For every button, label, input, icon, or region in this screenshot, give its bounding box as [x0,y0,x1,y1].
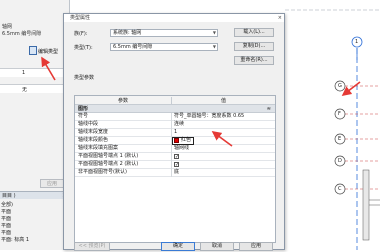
collapse-icon[interactable]: ≈ [267,105,271,113]
type-select[interactable]: 6.5mm 编号间隙 ▼ [110,43,218,51]
red-color-swatch [174,138,179,143]
param-name: 平面视图轴号端点 2 (默认) [78,161,139,167]
column-header-param: 参数 [117,98,128,104]
browser-item[interactable]: 平面 [1,215,11,222]
rename-button[interactable]: 重命名(R)... [234,56,274,65]
family-select[interactable]: 系统族: 轴网 ▼ [110,29,218,37]
table-header: 参数 值 [75,96,275,105]
grid-bubble-label: F [338,111,341,117]
project-browser-title: 目目 ) [2,193,16,199]
chevron-down-icon: ▼ [212,30,216,35]
grid-bubble-label: 1 [355,39,359,45]
grid-bubble-label: E [338,136,342,142]
chevron-down-icon: ▼ [212,44,216,49]
element-family-text: 轴网 [2,24,13,30]
grid-drawing [285,9,380,250]
browser-item[interactable]: 全部) [1,201,13,208]
param-name: 轴线末段颜色 [78,137,109,143]
group-name: 图形 [78,106,89,112]
load-button[interactable]: 载入(L)... [234,28,274,37]
param-name: 符号 [78,113,89,119]
palette-apply-button[interactable]: 应用 [40,179,64,188]
grid-bubble-label: G [338,83,342,89]
param-name: 平面视图轴号端点 1 (默认) [78,153,139,159]
param-value[interactable]: 轴网线 [174,145,189,152]
type-properties-dialog: 类型属性 × 族(F): 系统族: 轴网 ▼ 载入(L)... 类型(T): 6… [63,13,285,251]
table-row[interactable]: 平面视图轴号端点 1 (默认) ✓ [75,153,275,161]
dialog-titlebar: 类型属性 × [64,14,284,22]
param-name: 轴线末段宽度 [78,129,109,135]
param-name: 非平面视图符号(默认) [78,169,127,175]
family-label: 族(F): [74,31,88,37]
property-row[interactable]: 无 [0,84,69,93]
param-value[interactable]: 1 [174,129,177,136]
browser-item[interactable]: 平面: 标高 1 [1,236,29,243]
table-row[interactable]: 轴线末段填充图案 轴网线 [75,145,275,153]
table-row[interactable]: 轴线末段颜色 红色 [75,137,275,145]
column-header-value: 值 [171,97,275,105]
table-row[interactable]: 平面视图轴号端点 2 (默认) ✓ [75,161,275,169]
checkbox-checked[interactable]: ✓ [174,154,179,160]
browser-item[interactable]: 平面 [1,229,11,236]
param-value[interactable]: 符号_单圆轴号：宽度系数 0.65 [174,113,244,120]
param-name: 轴线中段 [78,121,99,127]
project-browser-header: 目目 ) × [0,191,69,199]
table-row[interactable]: 轴线末段宽度 1 [75,129,275,137]
group-header-graphics[interactable]: 图形 ≈ [75,105,275,113]
table-row[interactable]: 非平面视图符号(默认) 底 [75,169,275,177]
type-parameters-table: 参数 值 图形 ≈ 符号 符号_单圆轴号：宽度系数 0.65 轴线中段 连续 轴… [74,95,276,243]
duplicate-button[interactable]: 复制(D)... [234,42,274,51]
browser-item[interactable]: 平面 [1,208,11,215]
drawing-canvas[interactable]: 1 G F E D C [285,0,380,250]
param-value[interactable]: 底 [174,169,179,176]
checkbox-checked[interactable]: ✓ [174,162,179,168]
table-row[interactable]: 轴线中段 连续 [75,121,275,129]
edit-type-icon[interactable] [29,46,37,55]
param-name: 轴线末段填充图案 [78,145,119,151]
element-type-text: 6.5mm 编号间隙 [2,31,42,37]
table-row[interactable]: 符号 符号_单圆轴号：宽度系数 0.65 [75,113,275,121]
grid-bubble-label: C [338,186,342,192]
browser-item[interactable]: 平面 [1,222,11,229]
property-value[interactable]: 无 [22,86,27,93]
type-label: 类型(T): [74,45,93,51]
param-value: 红色 [181,137,192,143]
close-icon[interactable]: × [278,14,282,22]
type-select-value: 6.5mm 编号间隙 [113,44,153,50]
edit-type-button[interactable]: 编辑类型 [38,48,58,55]
family-select-value: 系统族: 轴网 [113,30,142,36]
property-row[interactable]: 1 [0,68,69,77]
dialog-title: 类型属性 [70,15,91,21]
param-value[interactable]: 连续 [174,121,184,128]
properties-palette: 轴网 6.5mm 编号间隙 编辑类型 1 无 应用 目目 ) × 全部) 平面 … [0,0,70,250]
property-value[interactable]: 1 [22,70,25,76]
grid-bubble-label: D [338,158,342,164]
type-params-label: 类型参数 [74,75,95,81]
